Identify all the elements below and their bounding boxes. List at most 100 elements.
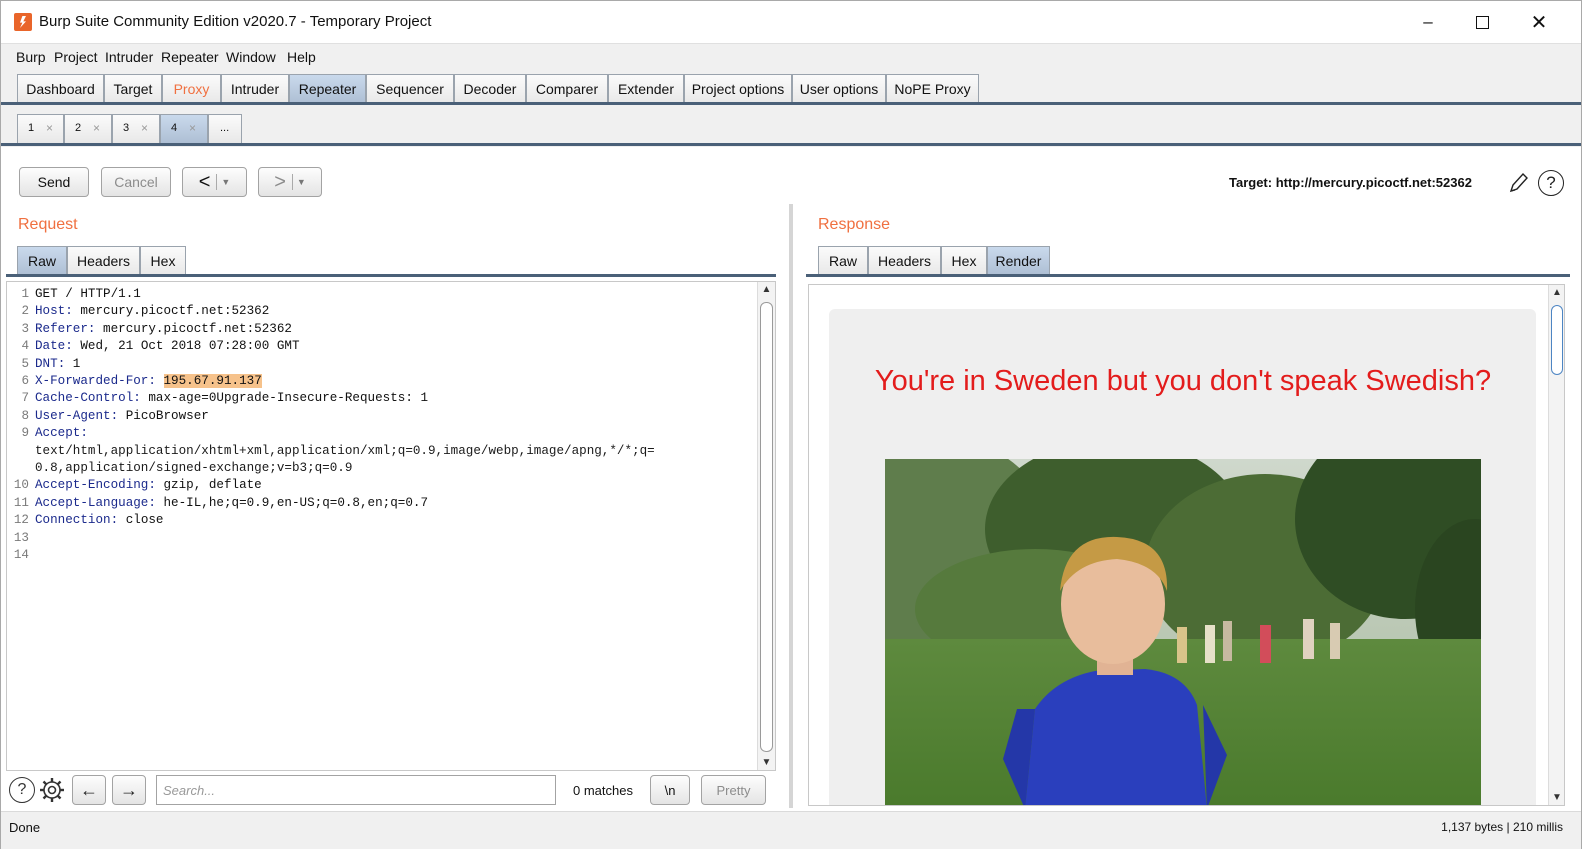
boy-in-field-photo bbox=[885, 459, 1481, 805]
response-tab-hex[interactable]: Hex bbox=[941, 246, 987, 275]
dropdown-arrow-icon[interactable]: ▼ bbox=[221, 177, 230, 187]
request-line-1: 1 GET / HTTP/1.1 bbox=[13, 286, 655, 303]
request-line-6: 6 X-Forwarded-For: 195.67.91.137 bbox=[13, 373, 655, 390]
newline-toggle-button[interactable]: \n bbox=[650, 775, 690, 805]
menu-burp[interactable]: Burp bbox=[16, 49, 46, 65]
close-tab-icon[interactable]: × bbox=[141, 121, 148, 135]
header-value: 1 bbox=[65, 356, 81, 371]
header-name: Accept-Encoding bbox=[35, 478, 149, 493]
line-number: 13 bbox=[13, 530, 29, 545]
tab-nope-proxy[interactable]: NoPE Proxy bbox=[886, 74, 979, 103]
response-render-view[interactable]: You're in Sweden but you don't speak Swe… bbox=[808, 284, 1565, 806]
close-tab-icon[interactable]: × bbox=[46, 121, 53, 135]
split-divider[interactable] bbox=[789, 204, 793, 808]
menu-project[interactable]: Project bbox=[54, 49, 98, 65]
search-input[interactable] bbox=[156, 775, 556, 805]
tab-sequencer[interactable]: Sequencer bbox=[366, 74, 454, 103]
rendered-heading: You're in Sweden but you don't speak Swe… bbox=[874, 365, 1492, 397]
response-scrollbar[interactable]: ▲ ▼ bbox=[1548, 285, 1564, 805]
request-line-9: 9 Accept: bbox=[13, 425, 655, 442]
line-number: 14 bbox=[13, 548, 29, 563]
maximize-button[interactable] bbox=[1459, 7, 1505, 37]
response-tab-headers[interactable]: Headers bbox=[868, 246, 941, 275]
tab-project-options[interactable]: Project options bbox=[684, 74, 792, 103]
scroll-up-icon[interactable]: ▲ bbox=[758, 284, 775, 295]
forward-history-button[interactable]: > ▼ bbox=[258, 167, 322, 197]
request-line-9-cont-1: text/html,application/xhtml+xml,applicat… bbox=[35, 443, 655, 458]
request-editor[interactable]: 1 GET / HTTP/1.1 2 Host: mercury.picoctf.n… bbox=[6, 281, 776, 771]
request-line-14: 14 bbox=[13, 547, 655, 564]
menu-window[interactable]: Window bbox=[226, 49, 276, 65]
scroll-down-icon[interactable]: ▼ bbox=[1549, 792, 1564, 803]
pretty-button[interactable]: Pretty bbox=[701, 775, 766, 805]
request-tabs-underline bbox=[6, 274, 776, 277]
repeater-tab-2[interactable]: 2 × bbox=[64, 114, 112, 143]
repeater-tab-new[interactable]: ... bbox=[208, 114, 242, 143]
line-number: 3 bbox=[21, 321, 29, 336]
header-value: Wed, 21 Oct 2018 07:28:00 GMT bbox=[72, 339, 300, 354]
header-name: User-Agent bbox=[35, 408, 111, 423]
help-icon[interactable]: ? bbox=[1538, 170, 1564, 196]
header-value: gzip, deflate bbox=[155, 478, 262, 493]
repeater-tab-label: 2 bbox=[75, 122, 82, 134]
gear-icon[interactable] bbox=[38, 776, 66, 804]
repeater-tab-4[interactable]: 4 × bbox=[160, 114, 208, 143]
dropdown-arrow-icon[interactable]: ▼ bbox=[297, 177, 306, 187]
request-scrollbar[interactable]: ▲ ▼ bbox=[757, 282, 775, 770]
request-line-4: 4 Date: Wed, 21 Oct 2018 07:28:00 GMT bbox=[13, 338, 655, 355]
menu-help[interactable]: Help bbox=[287, 49, 316, 65]
repeater-tab-label: 3 bbox=[123, 122, 130, 134]
help-icon[interactable]: ? bbox=[9, 777, 35, 803]
request-line-3: 3 Referer: mercury.picoctf.net:52362 bbox=[13, 321, 655, 338]
pencil-icon[interactable] bbox=[1507, 171, 1529, 195]
back-history-button[interactable]: < ▼ bbox=[182, 167, 247, 197]
header-value: PicoBrowser bbox=[118, 408, 209, 423]
window-title: Burp Suite Community Edition v2020.7 - T… bbox=[39, 13, 432, 30]
response-tab-render[interactable]: Render bbox=[987, 246, 1050, 275]
close-button[interactable]: ✕ bbox=[1516, 7, 1562, 37]
header-name: Date bbox=[35, 339, 66, 354]
minimize-button[interactable]: – bbox=[1405, 7, 1451, 37]
search-next-button[interactable]: → bbox=[112, 775, 146, 805]
close-tab-icon[interactable]: × bbox=[189, 121, 196, 135]
header-value: he-IL,he;q=0.9,en-US;q=0.8,en;q=0.7 bbox=[155, 495, 429, 510]
request-line-5: 5 DNT: 1 bbox=[13, 356, 655, 373]
header-name: Host bbox=[35, 304, 66, 319]
close-tab-icon[interactable]: × bbox=[93, 121, 100, 135]
request-line-11: 11 Accept-Language: he-IL,he;q=0.9,en-US;… bbox=[13, 495, 655, 512]
request-line-2: 2 Host: mercury.picoctf.net:52362 bbox=[13, 303, 655, 320]
request-line-13: 13 bbox=[13, 530, 655, 547]
target-label: Target: http://mercury.picoctf.net:52362 bbox=[1229, 175, 1472, 190]
scroll-down-icon[interactable]: ▼ bbox=[758, 757, 775, 768]
tab-proxy[interactable]: Proxy bbox=[162, 74, 221, 103]
tab-intruder[interactable]: Intruder bbox=[221, 74, 289, 103]
scroll-up-icon[interactable]: ▲ bbox=[1549, 287, 1564, 298]
request-tab-hex[interactable]: Hex bbox=[140, 246, 186, 275]
tab-decoder[interactable]: Decoder bbox=[454, 74, 526, 103]
tab-user-options[interactable]: User options bbox=[792, 74, 886, 103]
send-button[interactable]: Send bbox=[19, 167, 89, 197]
new-tab-label: ... bbox=[220, 122, 230, 134]
scroll-thumb[interactable] bbox=[1551, 305, 1563, 375]
search-prev-button[interactable]: ← bbox=[72, 775, 106, 805]
repeater-tab-3[interactable]: 3 × bbox=[112, 114, 160, 143]
request-tab-headers[interactable]: Headers bbox=[67, 246, 140, 275]
menu-repeater[interactable]: Repeater bbox=[161, 49, 219, 65]
tab-repeater[interactable]: Repeater bbox=[289, 74, 366, 103]
response-tab-raw[interactable]: Raw bbox=[818, 246, 868, 275]
request-line-8: 8 User-Agent: PicoBrowser bbox=[13, 408, 655, 425]
request-tab-raw[interactable]: Raw bbox=[17, 246, 67, 275]
header-value: close bbox=[118, 513, 164, 528]
request-lines: 1 GET / HTTP/1.1 2 Host: mercury.picoctf.n… bbox=[13, 286, 655, 565]
line-number: 1 bbox=[21, 287, 29, 301]
tab-dashboard[interactable]: Dashboard bbox=[17, 74, 104, 103]
tab-extender[interactable]: Extender bbox=[608, 74, 684, 103]
tab-comparer[interactable]: Comparer bbox=[526, 74, 608, 103]
cancel-button[interactable]: Cancel bbox=[101, 167, 171, 197]
header-name: X-Forwarded-For bbox=[35, 374, 149, 389]
repeater-tab-1[interactable]: 1 × bbox=[17, 114, 64, 143]
menu-intruder[interactable]: Intruder bbox=[105, 49, 153, 65]
scroll-thumb[interactable] bbox=[760, 302, 773, 752]
repeater-tab-label: 1 bbox=[28, 122, 35, 134]
tab-target[interactable]: Target bbox=[104, 74, 162, 103]
